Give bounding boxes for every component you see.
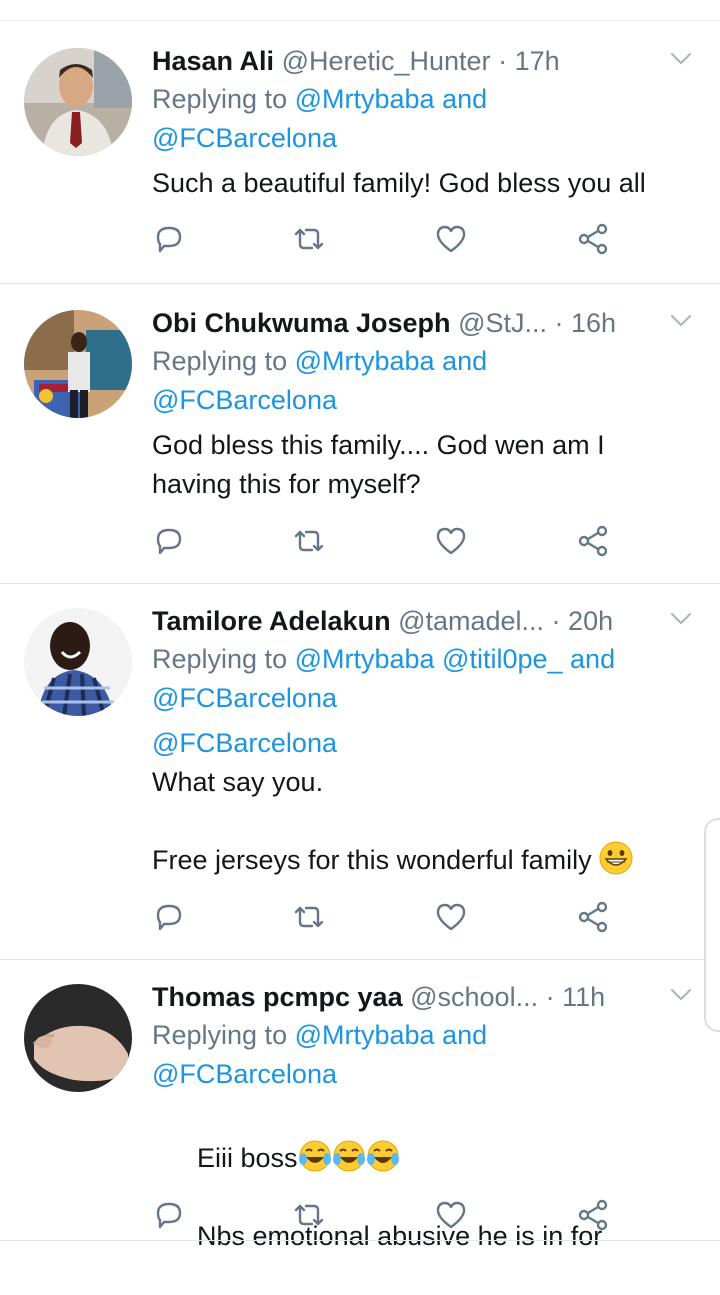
user-handle[interactable]: @tamadel... [398, 606, 544, 636]
tweet-text-content: What say you. Free jerseys for this wond… [152, 767, 592, 875]
tweet-header: Obi Chukwuma Joseph @StJ... · 16h [152, 304, 692, 342]
mention-link[interactable]: @Mrtybaba [295, 346, 435, 376]
tweet-2[interactable]: Obi Chukwuma Joseph @StJ... · 16h Replyi… [0, 284, 720, 584]
timestamp[interactable]: 17h [515, 46, 560, 76]
mention-link[interactable]: @FCBarcelona [152, 1059, 337, 1089]
heart-icon[interactable] [434, 524, 474, 564]
reply-icon[interactable] [152, 900, 192, 940]
display-name[interactable]: Thomas pcmpc yaa [152, 982, 403, 1012]
tweet-text-line: Eiii boss [197, 1143, 298, 1173]
replying-prefix: Replying to [152, 346, 295, 376]
user-handle[interactable]: @school... [410, 982, 538, 1012]
reply-icon[interactable] [152, 222, 192, 262]
display-name[interactable]: Obi Chukwuma Joseph [152, 308, 451, 338]
tweet-actions [152, 222, 622, 262]
tweet-actions [152, 524, 622, 564]
separator-dot: · [538, 982, 563, 1012]
grinning-emoji-icon [599, 841, 633, 875]
tweet-4[interactable]: Thomas pcmpc yaa @school... · 11h Replyi… [0, 960, 720, 1251]
mention-link[interactable]: @FCBarcelona [152, 683, 337, 713]
replying-prefix: Replying to [152, 1020, 295, 1050]
separator-dot: · [544, 606, 569, 636]
display-name[interactable]: Hasan Ali [152, 46, 274, 76]
mention-link[interactable]: @FCBarcelona [152, 385, 337, 415]
retweet-icon[interactable] [292, 1198, 332, 1238]
tweet-actions [152, 1198, 622, 1238]
tears-of-joy-emoji-icon [298, 1140, 331, 1172]
mention-link[interactable]: @Mrtybaba @titil0pe_ [295, 644, 563, 674]
retweet-icon[interactable] [292, 524, 332, 564]
replying-prefix: Replying to [152, 84, 295, 114]
share-icon[interactable] [576, 222, 616, 262]
chevron-down-icon[interactable] [670, 52, 692, 66]
retweet-icon[interactable] [292, 222, 332, 262]
chevron-down-icon[interactable] [670, 314, 692, 328]
timestamp[interactable]: 20h [568, 606, 613, 636]
replying-and[interactable]: and [435, 84, 487, 114]
tweet-1[interactable]: Hasan Ali @Heretic_Hunter · 17h Replying… [0, 22, 720, 284]
timestamp[interactable]: 16h [571, 308, 616, 338]
display-name[interactable]: Tamilore Adelakun [152, 606, 391, 636]
reply-icon[interactable] [152, 1198, 192, 1238]
replying-and[interactable]: and [435, 346, 487, 376]
tweet-header: Hasan Ali @Heretic_Hunter · 17h [152, 42, 692, 80]
avatar[interactable] [24, 48, 132, 156]
tweet-mention[interactable]: @FCBarcelona [152, 724, 692, 763]
user-handle[interactable]: @Heretic_Hunter [282, 46, 491, 76]
top-divider [0, 20, 720, 21]
tweet-text: God bless this family.... God wen am I h… [152, 430, 605, 499]
avatar[interactable] [24, 984, 132, 1092]
avatar[interactable] [24, 608, 132, 716]
replying-to: Replying to @Mrtybaba and @FCBarcelona [152, 342, 692, 420]
mention-link[interactable]: @Mrtybaba [295, 84, 435, 114]
tears-of-joy-emoji-icon [332, 1140, 365, 1172]
tweet-header: Tamilore Adelakun @tamadel... · 20h [152, 602, 692, 640]
replying-prefix: Replying to [152, 644, 295, 674]
tweet-3[interactable]: Tamilore Adelakun @tamadel... · 20h Repl… [0, 584, 720, 960]
chevron-down-icon[interactable] [670, 612, 692, 626]
chevron-down-icon[interactable] [670, 988, 692, 1002]
avatar[interactable] [24, 310, 132, 418]
replying-and[interactable]: and [435, 1020, 487, 1050]
retweet-icon[interactable] [292, 900, 332, 940]
tears-of-joy-emoji-icon [366, 1140, 399, 1172]
replying-to: Replying to @Mrtybaba and @FCBarcelona [152, 80, 692, 158]
share-icon[interactable] [576, 1198, 616, 1238]
heart-icon[interactable] [434, 900, 474, 940]
heart-icon[interactable] [434, 222, 474, 262]
mention-link[interactable]: @FCBarcelona [152, 123, 337, 153]
replying-to: Replying to @Mrtybaba @titil0pe_ and @FC… [152, 640, 692, 718]
reply-icon[interactable] [152, 524, 192, 564]
replying-and[interactable]: and [563, 644, 615, 674]
tweet-header: Thomas pcmpc yaa @school... · 11h [152, 978, 692, 1016]
timestamp[interactable]: 11h [562, 982, 605, 1012]
tweet-text: What say you. Free jerseys for this wond… [152, 763, 692, 880]
tweet-text: Such a beautiful family! God bless you a… [152, 168, 646, 198]
separator-dot: · [547, 308, 571, 338]
share-icon[interactable] [576, 524, 616, 564]
heart-icon[interactable] [434, 1198, 474, 1238]
separator-dot: · [490, 46, 515, 76]
share-icon[interactable] [576, 900, 616, 940]
tweet-actions [152, 900, 622, 940]
replying-to: Replying to @Mrtybaba and @FCBarcelona [152, 1016, 692, 1094]
user-handle[interactable]: @StJ... [458, 308, 547, 338]
scroll-handle[interactable] [704, 818, 720, 1032]
mention-link[interactable]: @Mrtybaba [295, 1020, 435, 1050]
